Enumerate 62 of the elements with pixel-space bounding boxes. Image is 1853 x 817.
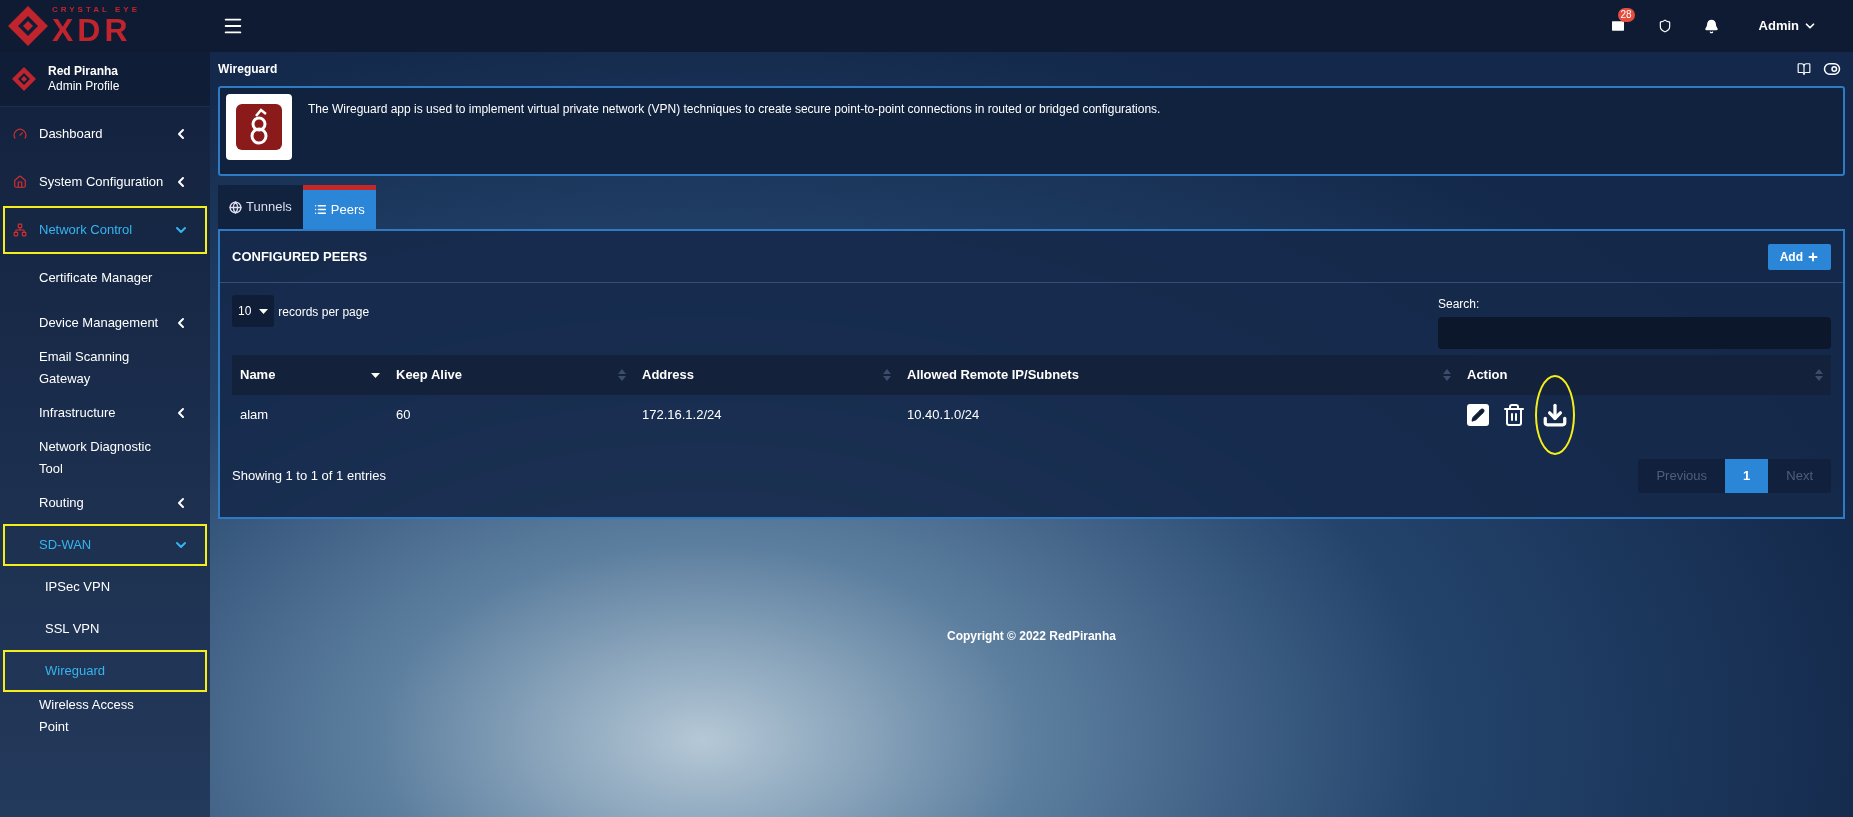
user-menu[interactable]: Admin <box>1758 16 1817 36</box>
column-header[interactable]: Keep Alive <box>388 365 634 385</box>
shield-icon[interactable] <box>1657 19 1672 33</box>
sort-icon <box>1815 369 1823 381</box>
column-header[interactable]: Action <box>1459 365 1831 385</box>
sort-icon <box>1443 369 1451 381</box>
column-header[interactable]: Address <box>634 365 899 385</box>
trash-icon[interactable] <box>1502 403 1526 427</box>
description-text: The Wireguard app is used to implement virtual private network (VPN) techniques to create secure point-to-point connections in routed or bridged configurations. <box>308 101 1161 118</box>
sidebar-item[interactable]: Network Control <box>3 206 207 254</box>
search-field[interactable] <box>1438 317 1831 349</box>
bell-icon[interactable] <box>1703 18 1719 34</box>
profile-logo-icon <box>12 67 36 91</box>
sidebar-item[interactable]: System Configuration <box>3 158 207 206</box>
copyright-text: Copyright © 2022 RedPiranha <box>947 628 1116 645</box>
page-title: Wireguard <box>218 61 279 78</box>
sidebar-item[interactable]: Email Scanning Gateway <box>3 344 207 392</box>
column-header[interactable]: Name <box>232 365 388 385</box>
profile-role: Admin Profile <box>48 79 120 94</box>
table-cell-text: 172.16.1.2/24 <box>641 406 723 425</box>
tab[interactable]: Peers <box>302 185 376 229</box>
table-cell-text: 60 <box>395 406 412 425</box>
mail-icon[interactable] <box>1609 18 1626 34</box>
sidebar-item[interactable]: SD-WAN <box>3 524 207 566</box>
entries-summary: Showing 1 to 1 of 1 entries <box>232 467 387 486</box>
sidebar-item[interactable]: Wireless Access Point <box>3 692 207 740</box>
tab[interactable]: Tunnels <box>218 185 303 229</box>
sort-desc-icon <box>371 372 380 378</box>
sidebar-item[interactable]: Certificate Manager <box>3 254 207 302</box>
sidebar-item[interactable]: SSL VPN <box>3 608 207 650</box>
plus-icon <box>1807 250 1819 263</box>
profile-name: Red Piranha <box>48 64 120 79</box>
page-size-select[interactable]: 10 <box>232 295 275 327</box>
list-icon <box>313 203 327 216</box>
page-size-label: records per page <box>278 304 371 321</box>
search-label: Search: <box>1438 296 1481 313</box>
add-button[interactable]: Add <box>1767 243 1831 270</box>
brand-name: XDR <box>52 14 133 46</box>
app-logo <box>226 94 292 160</box>
globe-icon <box>229 200 242 214</box>
sidebar-item[interactable]: Dashboard <box>3 110 207 158</box>
column-header[interactable]: Allowed Remote IP/Subnets <box>899 365 1459 385</box>
logo-icon <box>8 6 48 46</box>
sidebar-item[interactable]: Infrastructure <box>3 392 207 434</box>
caret-icon <box>259 308 269 314</box>
pagination-button[interactable]: 1 <box>1725 459 1769 493</box>
sidebar-item[interactable]: IPSec VPN <box>3 566 207 608</box>
edit-button[interactable] <box>1467 404 1489 426</box>
panel-title: CONFIGURED PEERS <box>232 247 369 266</box>
sort-icon <box>618 369 626 381</box>
table-cell-text: alam <box>239 406 270 425</box>
sidebar-item[interactable]: Wireguard <box>3 650 207 692</box>
sidebar-item[interactable]: Network Diagnostic Tool <box>3 434 207 482</box>
book-icon[interactable] <box>1797 62 1811 76</box>
download-icon[interactable] <box>1542 402 1568 428</box>
sidebar-item[interactable]: Device Management <box>3 302 207 344</box>
table-cell-text: 10.40.1.0/24 <box>906 406 981 425</box>
sidebar-item[interactable]: Routing <box>3 482 207 524</box>
toggle-icon[interactable] <box>1823 60 1841 78</box>
brand-tagline: CRYSTAL EYE <box>52 6 140 14</box>
notification-badge: 28 <box>1617 8 1635 22</box>
sort-icon <box>883 369 891 381</box>
